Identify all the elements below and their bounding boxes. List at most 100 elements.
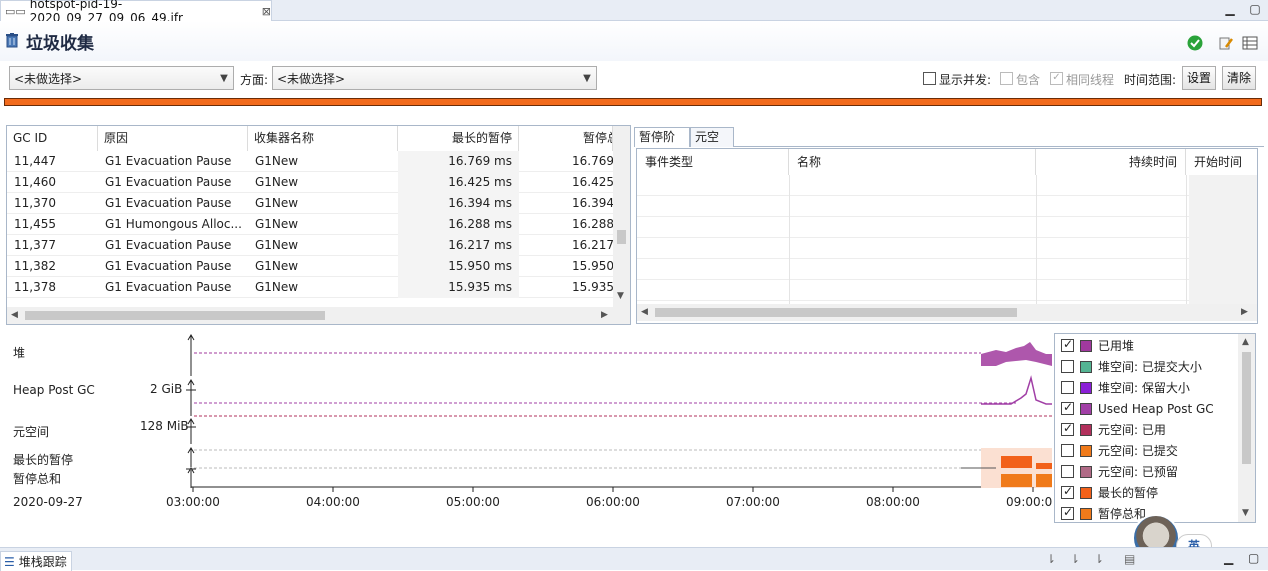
settings-button[interactable]: 设置: [1182, 66, 1216, 90]
legend-checkbox[interactable]: [1061, 381, 1074, 394]
legend-item[interactable]: 最长的暂停: [1061, 482, 1158, 503]
maximize-icon[interactable]: ▢: [1248, 551, 1259, 565]
legend-item[interactable]: 堆空间: 保留大小: [1061, 377, 1190, 398]
legend-item[interactable]: 元空间: 已预留: [1061, 461, 1178, 482]
collector-cell: G1New: [255, 238, 299, 252]
legend-checkbox[interactable]: [1061, 337, 1074, 352]
column-header-name[interactable]: 名称: [789, 149, 1036, 175]
legend-checkbox[interactable]: [1061, 421, 1074, 436]
legend-checkbox[interactable]: [1061, 360, 1074, 373]
table-row[interactable]: 11,460 G1 Evacuation Pause G1New 16.425 ms 1…: [7, 172, 613, 193]
gc-table-body: 11,447 G1 Evacuation Pause G1New 16.769 ms 1…: [7, 151, 613, 307]
sum-of-pauses-cell: 16.769: [572, 154, 613, 168]
table-row[interactable]: 11,447 G1 Evacuation Pause G1New 16.769 ms 1…: [7, 151, 613, 172]
horizontal-scrollbar[interactable]: ◀ ▶: [7, 307, 630, 324]
table-view-icon[interactable]: [1242, 35, 1258, 51]
cause-cell: G1 Evacuation Pause: [105, 259, 232, 273]
column-header-sum-of-pauses[interactable]: 暂停总: [519, 126, 613, 151]
series-color-swatch: [1080, 444, 1092, 457]
legend-item[interactable]: 元空间: 已提交: [1061, 440, 1178, 461]
column-header-gc-id[interactable]: GC ID: [7, 126, 98, 151]
tab-metaspace[interactable]: 元空间: [690, 127, 734, 162]
scroll-up-icon[interactable]: ▲: [1242, 337, 1249, 347]
sort-icon[interactable]: ⇂: [1046, 552, 1056, 566]
column-header-duration[interactable]: 持续时间: [1036, 149, 1186, 175]
legend-item[interactable]: Used Heap Post GC: [1061, 398, 1214, 419]
tab-pause-phases[interactable]: 暂停阶段: [634, 127, 690, 162]
column-header-event-type[interactable]: 事件类型: [637, 149, 789, 175]
gc-timeline-chart[interactable]: 堆 Heap Post GC 元空间 最长的暂停 暂停总和 2 GiB 128 …: [6, 332, 1052, 522]
maximize-icon[interactable]: ▢: [1248, 2, 1262, 16]
column-divider: [1186, 175, 1187, 305]
legend-label: 堆空间: 已提交大小: [1098, 360, 1202, 374]
legend-checkbox[interactable]: [1061, 400, 1074, 415]
legend-checkbox[interactable]: [1061, 444, 1074, 457]
attribute-select-1[interactable]: <未做选择> ▼: [9, 66, 234, 90]
legend-checkbox[interactable]: [1061, 465, 1074, 478]
legend-item-list: 已用堆堆空间: 已提交大小堆空间: 保留大小 Used Heap Post GC 元…: [1055, 334, 1238, 522]
table-row[interactable]: 11,455 G1 Humongous Alloc... G1New 16.288 m…: [7, 214, 613, 235]
legend-item[interactable]: 暂停总和: [1061, 503, 1146, 522]
chevron-down-icon: ▼: [583, 72, 591, 84]
trash-icon: [6, 33, 18, 48]
column-header-cause[interactable]: 原因: [98, 126, 248, 151]
aspect-select[interactable]: <未做选择> ▼: [272, 66, 597, 90]
time-range-selector-bar[interactable]: [4, 98, 1262, 106]
scrollbar-thumb[interactable]: [617, 230, 626, 244]
longest-pause-cell: 15.935 ms: [398, 277, 519, 298]
pause-phase-table: 事件类型 名称 持续时间 开始时间 ◀ ▶: [636, 148, 1258, 324]
scrollbar-thumb[interactable]: [25, 311, 325, 320]
legend-vertical-scrollbar[interactable]: ▲ ▼: [1238, 334, 1255, 522]
legend-label: 元空间: 已提交: [1098, 444, 1178, 458]
table-row[interactable]: 11,382 G1 Evacuation Pause G1New 15.950 ms 1…: [7, 256, 613, 277]
column-header-collector[interactable]: 收集器名称: [248, 126, 398, 151]
series-color-swatch: [1080, 423, 1092, 436]
legend-label: 元空间: 已用: [1098, 423, 1166, 437]
scroll-left-icon[interactable]: ◀: [11, 310, 18, 320]
include-checkbox[interactable]: [1000, 72, 1013, 85]
close-tab-icon[interactable]: ⊠: [262, 5, 271, 18]
same-thread-checkbox[interactable]: ✓: [1050, 72, 1063, 85]
series-color-swatch: [1080, 381, 1092, 394]
legend-item[interactable]: 元空间: 已用: [1061, 419, 1166, 440]
legend-item[interactable]: 堆空间: 已提交大小: [1061, 356, 1202, 377]
scroll-right-icon[interactable]: ▶: [601, 310, 608, 320]
tab-stack-trace[interactable]: ☰ 堆栈跟踪: [0, 551, 72, 571]
table-row[interactable]: 11,377 G1 Evacuation Pause G1New 16.217 ms 1…: [7, 235, 613, 256]
legend-checkbox[interactable]: [1061, 484, 1074, 499]
cause-cell: G1 Evacuation Pause: [105, 280, 232, 294]
scroll-down-icon[interactable]: ▼: [617, 291, 624, 301]
sort-icon[interactable]: ⇂: [1094, 552, 1104, 566]
edit-notes-icon[interactable]: [1218, 35, 1234, 51]
sort-icon[interactable]: ⇂: [1070, 552, 1080, 566]
column-header-longest-pause[interactable]: 最长的暂停: [398, 126, 519, 151]
recording-file-icon: ▭▭: [5, 4, 26, 18]
clear-button[interactable]: 清除: [1222, 66, 1256, 90]
minimize-icon[interactable]: ▁: [1223, 2, 1237, 16]
chart-plot-area: 03:00:00 04:00:00 05:00:00 06:00:00 07:00:00…: [166, 334, 1052, 509]
scroll-left-icon[interactable]: ◀: [641, 307, 648, 317]
editor-tab[interactable]: ▭▭ hotspot-pid-19-2020_09_27_09_06_49.jf…: [0, 0, 272, 25]
horizontal-scrollbar[interactable]: ◀ ▶: [637, 304, 1257, 321]
scrollbar-thumb[interactable]: [655, 308, 1017, 317]
legend-checkbox[interactable]: [1061, 505, 1074, 520]
column-header-start-time[interactable]: 开始时间: [1186, 149, 1257, 175]
legend-item[interactable]: 已用堆: [1061, 335, 1134, 356]
layout-icon[interactable]: ▤: [1124, 552, 1135, 566]
minimize-icon[interactable]: ▁: [1224, 551, 1233, 565]
table-row[interactable]: 11,378 G1 Evacuation Pause G1New 15.935 ms 1…: [7, 277, 613, 298]
legend-label: 堆空间: 保留大小: [1098, 381, 1190, 395]
vertical-scrollbar[interactable]: ▼: [613, 126, 630, 307]
sum-of-pauses-cell: 16.217: [572, 238, 613, 252]
bottom-view-bar: ☰ 堆栈跟踪 ⇂ ⇂ ⇂ ▤ ▁ ▢: [0, 547, 1268, 571]
scroll-down-icon[interactable]: ▼: [1242, 508, 1249, 518]
start-time-column-shade: [1189, 175, 1257, 305]
gc-id-cell: 11,378: [14, 280, 56, 294]
show-concurrent-checkbox[interactable]: [923, 72, 936, 85]
table-row[interactable]: 11,370 G1 Evacuation Pause G1New 16.394 ms 1…: [7, 193, 613, 214]
chart-legend: 已用堆堆空间: 已提交大小堆空间: 保留大小 Used Heap Post GC 元…: [1054, 333, 1256, 523]
scrollbar-thumb[interactable]: [1242, 352, 1251, 464]
scroll-right-icon[interactable]: ▶: [1241, 307, 1248, 317]
check-status-icon[interactable]: [1187, 35, 1203, 51]
list-icon: ☰: [4, 554, 15, 569]
